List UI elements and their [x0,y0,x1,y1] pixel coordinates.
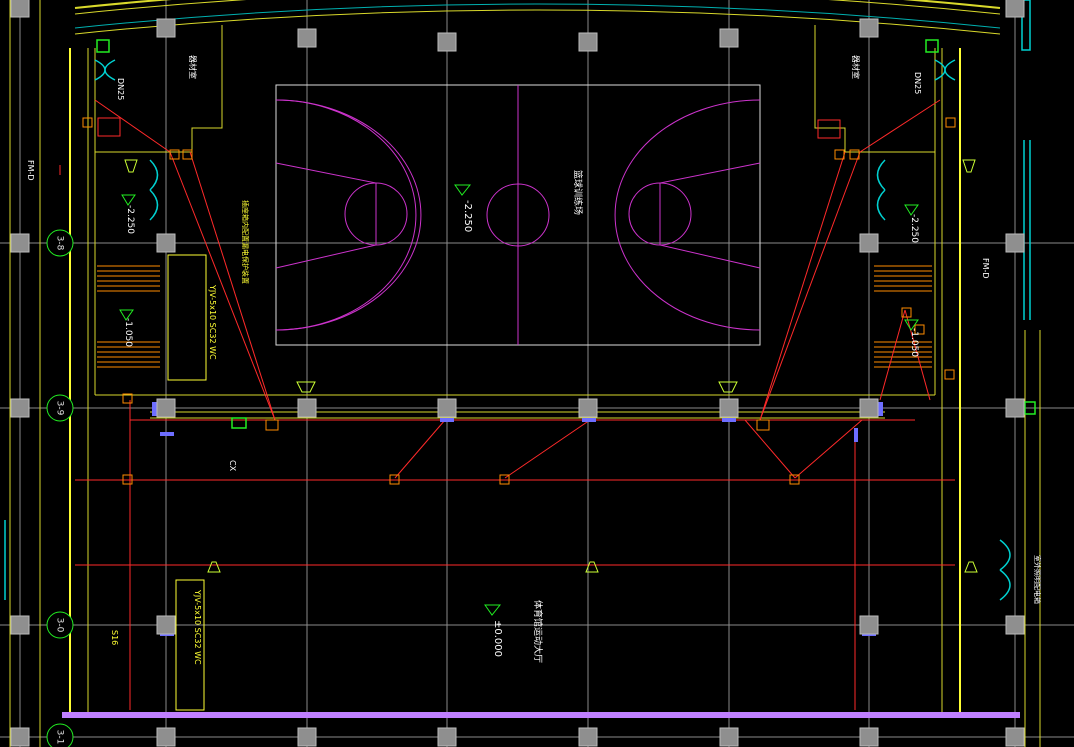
column [10,0,30,18]
left-upper-elevation: -2.250 [125,205,135,234]
right-room-label: 器材室 [851,55,861,79]
column [10,727,30,747]
column [156,615,176,635]
cad-drawing-canvas[interactable]: 3-8 3-9 3-0 3-1 篮球训练场 -2.250 ±0.000 体育馆运… [0,0,1074,747]
right-fm-label: FM-D [981,258,990,279]
axis-label-3-8: 3-8 [55,236,65,251]
column [578,32,598,52]
basketball-court [275,84,761,346]
axis-bubble-3-0: 3-0 [46,611,74,639]
column [1005,727,1025,747]
axis-label-3-0: 3-0 [55,618,65,633]
column [156,233,176,253]
cable-note-a: YJV-5x10 SC32 WC [208,284,217,360]
axis-bubble-3-1: 3-1 [46,723,74,747]
column [297,28,317,48]
column [156,18,176,38]
cable-note-b: YJV-5x10 SC32 WC [193,589,202,665]
right-stair-elevation: -1.050 [909,328,919,357]
column [578,398,598,418]
elevation-markers [119,184,919,616]
column [1005,0,1025,18]
column [1005,615,1025,635]
axis-label-3-9: 3-9 [55,401,65,416]
column [859,615,879,635]
column [437,727,457,747]
column [1005,398,1025,418]
axis-label-3-1: 3-1 [55,730,65,745]
blue-devices [152,402,883,636]
switch-tag-label: S16 [110,630,119,645]
left-stair-elevation: -1.050 [123,318,133,347]
axis-bubble-3-8: 3-8 [46,229,74,257]
column [719,727,739,747]
axis-bubble-3-9: 3-9 [46,394,74,422]
hall-name-label: 体育馆运动大厅 [532,600,544,663]
right-edge-tag: 室外照明配电箱 [1033,555,1042,604]
column [719,28,739,48]
right-dn-label: DN25 [913,72,922,94]
speakers [124,159,978,573]
court-elevation-label: -2.250 [462,200,473,232]
column [437,398,457,418]
column [859,18,879,38]
left-room-label: 器材室 [188,55,198,79]
column [10,398,30,418]
column [859,398,879,418]
column [10,233,30,253]
column [719,398,739,418]
column [156,398,176,418]
column [859,727,879,747]
feeder-note-label: 插座箱内配置漏电保护装置 [241,200,250,284]
right-upper-elevation: -2.250 [909,214,919,243]
left-dn-label: DN25 [116,78,125,100]
column [437,32,457,52]
cable-tag-label: CX [228,460,237,472]
court-name-label: 篮球训练场 [572,170,584,215]
column [578,727,598,747]
floor-elevation-label: ±0.000 [492,620,503,657]
column [156,727,176,747]
column [1005,233,1025,253]
left-fm-label: FM-D [26,160,35,181]
column [297,398,317,418]
column [859,233,879,253]
column [297,727,317,747]
column [10,615,30,635]
green-devices [96,39,1036,429]
